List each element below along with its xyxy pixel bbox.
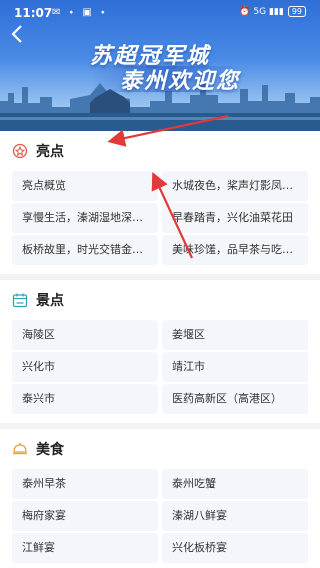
calendar-icon <box>12 293 28 308</box>
scenic-item[interactable]: 靖江市 <box>162 352 308 382</box>
flower-icon <box>12 143 28 159</box>
section-header-scenic: 景点 <box>12 288 64 312</box>
status-bar: 11:07 ✉ ⬩ ▣ ⬩ ⏰ 5G ▮▮▮ 99 <box>0 0 320 26</box>
food-item[interactable]: 梅府家宴 <box>12 501 158 531</box>
section-title-scenic: 景点 <box>36 293 64 309</box>
scenic-item[interactable]: 兴化市 <box>12 352 158 382</box>
battery-icon: 99 <box>287 6 306 17</box>
signal-icons: ⏰ 5G ▮▮▮ <box>239 6 284 17</box>
banner-title-line2: 泰州欢迎您 <box>119 69 240 94</box>
food-item[interactable]: 泰州吃蟹 <box>162 469 308 499</box>
scenic-item[interactable]: 医药高新区（高港区） <box>162 384 308 414</box>
status-right: ⏰ 5G ▮▮▮ 99 <box>239 6 306 17</box>
section-header-food: 美食 <box>12 437 64 461</box>
highlight-item[interactable]: 享慢生活，溱湖湿地深… <box>12 203 158 233</box>
highlight-item[interactable]: 水城夜色，桨声灯影凤… <box>162 171 308 201</box>
food-item[interactable]: 泰州早茶 <box>12 469 158 499</box>
food-dish-icon <box>13 443 27 455</box>
highlight-item[interactable]: 板桥故里，时光交错金… <box>12 235 158 265</box>
section-divider <box>0 423 320 429</box>
section-header-highlights: 亮点 <box>12 139 64 163</box>
section-title-food: 美食 <box>36 442 64 458</box>
notification-icons: ✉ ⬩ ▣ ⬩ <box>52 7 108 18</box>
scenic-item[interactable]: 泰兴市 <box>12 384 158 414</box>
highlight-item[interactable]: 早春踏青，兴化油菜花田 <box>162 203 308 233</box>
scenic-item[interactable]: 姜堰区 <box>162 320 308 350</box>
section-divider <box>0 274 320 280</box>
food-item[interactable]: 江鲜宴 <box>12 533 158 563</box>
highlight-item[interactable]: 亮点概览 <box>12 171 158 201</box>
section-title-highlights: 亮点 <box>36 144 64 160</box>
scenic-item[interactable]: 海陵区 <box>12 320 158 350</box>
header-banner: 11:07 ✉ ⬩ ▣ ⬩ ⏰ 5G ▮▮▮ 99 苏超冠军城 泰州欢迎您 <box>0 0 320 131</box>
food-item[interactable]: 溱湖八鲜宴 <box>162 501 308 531</box>
food-item[interactable]: 兴化板桥宴 <box>162 533 308 563</box>
highlight-item[interactable]: 美味珍馐，品早茶与吃… <box>162 235 308 265</box>
status-time: 11:07 <box>14 6 53 20</box>
